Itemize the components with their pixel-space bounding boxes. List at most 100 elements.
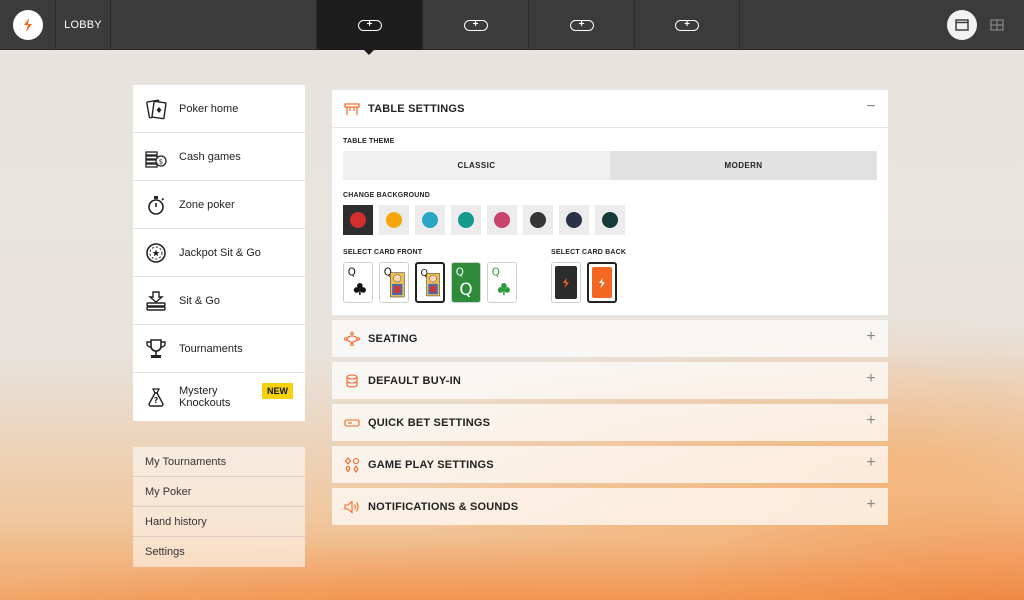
sidebar-item-poker-home[interactable]: Poker home — [133, 85, 305, 133]
sidebar-item-cash-games[interactable]: $ Cash games — [133, 133, 305, 181]
card-front-option[interactable]: Q — [343, 262, 373, 303]
swatch-color-dot — [350, 212, 366, 228]
chips-stack-section: DEFAULT BUY-IN + — [332, 362, 888, 399]
section-header[interactable]: QUICK BET SETTINGS + — [332, 404, 888, 441]
link-my-poker[interactable]: My Poker — [133, 477, 305, 507]
quick-bet-section: QUICK BET SETTINGS + — [332, 404, 888, 441]
active-slot-indicator — [363, 49, 375, 55]
swatch-color-dot — [530, 212, 546, 228]
sidebar-item-zone-poker[interactable]: Zone poker — [133, 181, 305, 229]
add-table-icon: + — [463, 19, 488, 31]
sidebar-item-label: Mystery Knockouts — [179, 385, 231, 409]
section-header[interactable]: GAME PLAY SETTINGS + — [332, 446, 888, 483]
table-slot-3[interactable]: + — [528, 0, 634, 50]
trophy-icon — [145, 338, 167, 360]
card-rank: Q — [348, 267, 356, 279]
swatch-color-dot — [494, 212, 510, 228]
brand-logo-icon[interactable] — [12, 10, 43, 40]
sidebar-item-label: Sit & Go — [179, 294, 220, 307]
sidebar-item-mystery-knockouts[interactable]: ? Mystery Knockouts NEW — [133, 373, 305, 421]
swatch-color-dot — [566, 212, 582, 228]
background-swatch[interactable] — [451, 205, 481, 235]
link-my-tournaments[interactable]: My Tournaments — [133, 447, 305, 477]
background-swatch[interactable] — [415, 205, 445, 235]
collapsed-sections: SEATING + DEFAULT BUY-IN + QUICK BET SETTING… — [332, 320, 888, 525]
cash-games-icon: $ — [145, 146, 167, 168]
sidebar-item-jackpot-sit-go[interactable]: Jackpot Sit & Go — [133, 229, 305, 277]
table-icon — [344, 101, 360, 117]
sidebar-nav: Poker home $ Cash games Zone poker Jackp… — [133, 85, 305, 421]
sidebar-item-tournaments[interactable]: Tournaments — [133, 325, 305, 373]
card-back-option[interactable] — [551, 262, 581, 303]
background-swatch[interactable] — [559, 205, 589, 235]
section-title: SEATING — [368, 332, 418, 345]
card-back-face — [555, 266, 577, 299]
link-settings[interactable]: Settings — [133, 537, 305, 567]
card-back-option[interactable] — [587, 262, 617, 303]
theme-modern-option[interactable]: MODERN — [610, 151, 877, 180]
single-view-icon — [955, 19, 969, 31]
expand-icon[interactable]: + — [864, 497, 878, 513]
background-swatch[interactable] — [343, 205, 373, 235]
stopwatch-icon — [145, 194, 167, 216]
card-front-option[interactable]: Q — [487, 262, 517, 303]
section-header[interactable]: SEATING + — [332, 320, 888, 357]
card-front-option[interactable]: Q — [415, 262, 445, 303]
expand-icon[interactable]: + — [864, 455, 878, 471]
lobby-tab[interactable]: LOBBY — [55, 0, 111, 50]
svg-text:?: ? — [154, 396, 159, 405]
background-swatch[interactable] — [523, 205, 553, 235]
expand-icon[interactable]: + — [864, 329, 878, 345]
link-hand-history[interactable]: Hand history — [133, 507, 305, 537]
card-rank: Q — [492, 267, 500, 279]
new-badge: NEW — [262, 383, 293, 399]
card-front-option[interactable]: Q — [379, 262, 409, 303]
card-rank: Q — [456, 267, 464, 279]
grid-view-button[interactable] — [982, 10, 1012, 40]
background-swatches — [343, 205, 877, 235]
table-theme-label: TABLE THEME — [343, 138, 395, 145]
background-swatch[interactable] — [379, 205, 409, 235]
club-suit-icon — [497, 282, 510, 296]
sidebar-item-label: Zone poker — [179, 198, 235, 211]
theme-classic-option[interactable]: CLASSIC — [343, 151, 610, 180]
table-slot-4[interactable]: + — [634, 0, 740, 50]
table-slot-2[interactable]: + — [422, 0, 528, 50]
table-settings-section: TABLE SETTINGS − TABLE THEME CLASSIC MOD… — [332, 90, 888, 315]
table-slot-1[interactable]: + — [316, 0, 422, 50]
collapse-icon[interactable]: − — [864, 99, 878, 115]
single-view-button[interactable] — [947, 10, 977, 40]
table-settings-body: TABLE THEME CLASSIC MODERN CHANGE BACKGR… — [332, 127, 888, 315]
speaker-section: NOTIFICATIONS & SOUNDS + — [332, 488, 888, 525]
section-title: NOTIFICATIONS & SOUNDS — [368, 500, 519, 513]
grid-view-icon — [990, 19, 1004, 31]
section-title: TABLE SETTINGS — [368, 102, 465, 115]
queen-face-icon — [389, 272, 405, 298]
mystery-bag-icon: ? — [145, 386, 167, 408]
card-selectors: SELECT CARD FRONT QQQQQQ SELECT CARD BAC… — [343, 249, 877, 303]
expand-icon[interactable]: + — [864, 371, 878, 387]
card-front-list: QQQQQQ — [343, 262, 523, 303]
chips-stack-icon — [344, 373, 360, 389]
jackpot-icon — [145, 242, 167, 264]
sidebar-item-label: Tournaments — [179, 342, 243, 355]
section-header[interactable]: DEFAULT BUY-IN + — [332, 362, 888, 399]
sidebar-item-label: Jackpot Sit & Go — [179, 246, 261, 259]
sidebar-item-sit-go[interactable]: Sit & Go — [133, 277, 305, 325]
card-back-label: SELECT CARD BACK — [551, 249, 627, 256]
settings-panel: TABLE SETTINGS − TABLE THEME CLASSIC MOD… — [332, 90, 888, 530]
expand-icon[interactable]: + — [864, 413, 878, 429]
add-table-icon: + — [675, 19, 699, 31]
card-front-option[interactable]: QQ — [451, 262, 481, 303]
add-table-icon: + — [569, 19, 594, 31]
queen-face-icon — [426, 273, 440, 297]
swatch-color-dot — [458, 212, 474, 228]
section-title: QUICK BET SETTINGS — [368, 416, 491, 429]
section-header[interactable]: NOTIFICATIONS & SOUNDS + — [332, 488, 888, 525]
card-back-face — [592, 267, 612, 298]
sidebar-item-label: Cash games — [179, 150, 241, 163]
background-swatch[interactable] — [487, 205, 517, 235]
table-settings-header[interactable]: TABLE SETTINGS − — [332, 90, 888, 127]
quick-bet-icon — [344, 415, 360, 431]
background-swatch[interactable] — [595, 205, 625, 235]
